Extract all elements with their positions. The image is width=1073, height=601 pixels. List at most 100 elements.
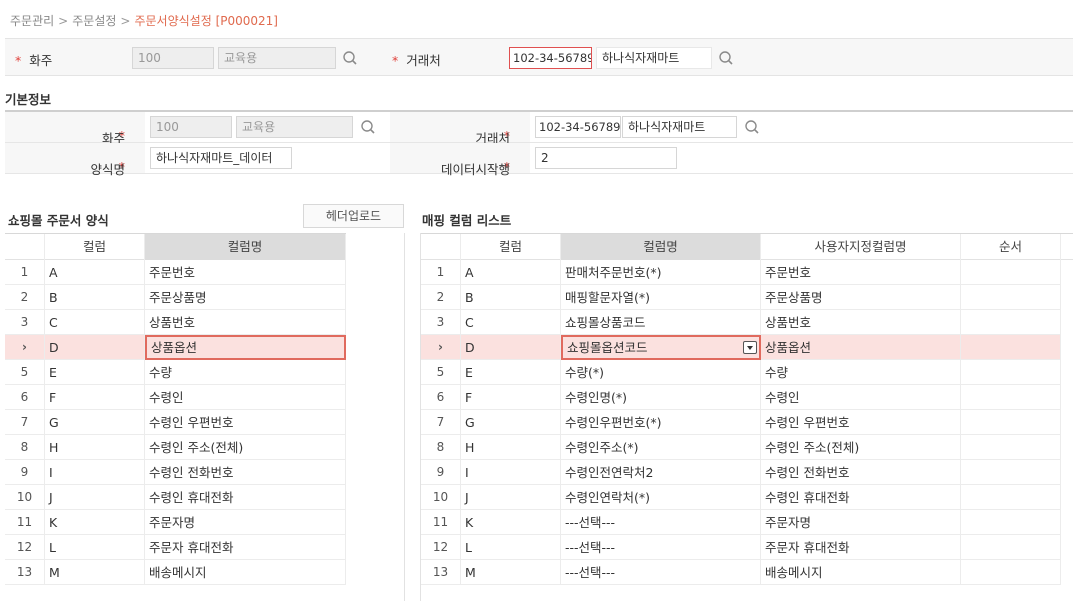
custom-column-name-cell[interactable]: 수령인 주소(전체) [761,435,961,460]
column-letter-cell[interactable]: K [461,510,561,535]
column-letter-cell[interactable]: A [461,260,561,285]
column-name-select[interactable]: ---선택--- [561,535,761,560]
column-name-select[interactable]: 판매처주문번호(*) [561,260,761,285]
column-name-cell[interactable]: 수령인 주소(전체) [145,435,346,460]
right-header-column[interactable]: 컬럼 [461,234,561,260]
column-letter-cell[interactable]: E [461,360,561,385]
table-row[interactable]: 11 K ---선택--- 주문자명 [421,510,1061,535]
column-name-select[interactable]: 수령인우편번호(*) [561,410,761,435]
form-name-input[interactable]: 하나식자재마트_데이터 [150,147,292,169]
search-owner-search-button[interactable] [339,47,361,69]
table-row[interactable]: 8 H 수령인주소(*) 수령인 주소(전체) [421,435,1061,460]
table-row[interactable]: 8 H 수령인 주소(전체) [5,435,346,460]
column-name-select[interactable]: 수령인주소(*) [561,435,761,460]
column-letter-cell[interactable]: D [461,335,561,360]
column-name-cell[interactable]: 수량 [145,360,346,385]
right-header-order[interactable]: 순서 [961,234,1061,260]
order-cell[interactable] [961,560,1061,585]
left-header-column[interactable]: 컬럼 [45,234,145,260]
order-cell[interactable] [961,535,1061,560]
table-row[interactable]: 12 L ---선택--- 주문자 휴대전화 [421,535,1061,560]
column-name-select[interactable]: 매핑할문자열(*) [561,285,761,310]
table-row[interactable]: 9 I 수령인 전화번호 [5,460,346,485]
column-name-select[interactable]: 수령인명(*) [561,385,761,410]
column-name-select[interactable]: ---선택--- [561,560,761,585]
column-letter-cell[interactable]: M [45,560,145,585]
table-row[interactable]: › D 쇼핑몰옵션코드 상품옵션 [421,335,1061,360]
column-name-select[interactable]: 수령인연락처(*) [561,485,761,510]
column-name-select[interactable]: 쇼핑몰상품코드 [561,310,761,335]
table-row[interactable]: 9 I 수령인전연락처2 수령인 전화번호 [421,460,1061,485]
column-letter-cell[interactable]: I [461,460,561,485]
table-row[interactable]: 5 E 수량(*) 수량 [421,360,1061,385]
client-code-input[interactable]: 102-34-56789 [535,116,621,138]
column-letter-cell[interactable]: F [45,385,145,410]
column-letter-cell[interactable]: H [461,435,561,460]
table-row[interactable]: 7 G 수령인우편번호(*) 수령인 우편번호 [421,410,1061,435]
column-name-select[interactable]: 수량(*) [561,360,761,385]
order-cell[interactable] [961,285,1061,310]
table-row[interactable]: 10 J 수령인 휴대전화 [5,485,346,510]
custom-column-name-cell[interactable]: 상품번호 [761,310,961,335]
table-row[interactable]: 12 L 주문자 휴대전화 [5,535,346,560]
order-cell[interactable] [961,510,1061,535]
column-letter-cell[interactable]: C [461,310,561,335]
column-letter-cell[interactable]: E [45,360,145,385]
column-letter-cell[interactable]: F [461,385,561,410]
search-client-code-input[interactable]: 102-34-56789 [509,47,592,69]
table-row[interactable]: 3 C 쇼핑몰상품코드 상품번호 [421,310,1061,335]
custom-column-name-cell[interactable]: 수령인 [761,385,961,410]
breadcrumb-item-order-settings[interactable]: 주문설정 [72,14,116,28]
table-row[interactable]: 1 A 주문번호 [5,260,346,285]
table-row[interactable]: 5 E 수량 [5,360,346,385]
data-start-input[interactable]: 2 [535,147,677,169]
column-name-select[interactable]: 쇼핑몰옵션코드 [561,335,761,360]
custom-column-name-cell[interactable]: 주문자 휴대전화 [761,535,961,560]
table-row[interactable]: 3 C 상품번호 [5,310,346,335]
client-search-button[interactable] [741,116,763,138]
order-cell[interactable] [961,310,1061,335]
header-upload-button[interactable]: 헤더업로드 [303,204,404,228]
column-letter-cell[interactable]: A [45,260,145,285]
column-letter-cell[interactable]: G [461,410,561,435]
order-cell[interactable] [961,385,1061,410]
table-row[interactable]: 6 F 수령인 [5,385,346,410]
column-name-cell[interactable]: 상품옵션 [145,335,346,360]
table-row[interactable]: 2 B 주문상품명 [5,285,346,310]
left-header-column-name[interactable]: 컬럼명 [145,234,346,260]
column-name-cell[interactable]: 상품번호 [145,310,346,335]
owner-search-button[interactable] [357,116,379,138]
order-cell[interactable] [961,260,1061,285]
custom-column-name-cell[interactable]: 수령인 우편번호 [761,410,961,435]
column-letter-cell[interactable]: J [45,485,145,510]
table-row[interactable]: 6 F 수령인명(*) 수령인 [421,385,1061,410]
order-cell[interactable] [961,435,1061,460]
column-name-cell[interactable]: 수령인 [145,385,346,410]
dropdown-arrow-icon[interactable] [743,341,757,354]
column-name-select[interactable]: ---선택--- [561,510,761,535]
order-cell[interactable] [961,485,1061,510]
column-letter-cell[interactable]: C [45,310,145,335]
table-row[interactable]: › D 상품옵션 [5,335,346,360]
column-letter-cell[interactable]: L [45,535,145,560]
table-row[interactable]: 13 M ---선택--- 배송메시지 [421,560,1061,585]
column-letter-cell[interactable]: K [45,510,145,535]
order-cell[interactable] [961,360,1061,385]
column-letter-cell[interactable]: D [45,335,145,360]
column-letter-cell[interactable]: I [45,460,145,485]
custom-column-name-cell[interactable]: 수령인 휴대전화 [761,485,961,510]
breadcrumb-item-order-management[interactable]: 주문관리 [10,14,54,28]
column-name-cell[interactable]: 주문자명 [145,510,346,535]
column-name-cell[interactable]: 수령인 전화번호 [145,460,346,485]
client-name-input[interactable]: 하나식자재마트 [622,116,737,138]
column-letter-cell[interactable]: B [45,285,145,310]
custom-column-name-cell[interactable]: 주문번호 [761,260,961,285]
order-cell[interactable] [961,460,1061,485]
column-name-cell[interactable]: 주문번호 [145,260,346,285]
table-row[interactable]: 10 J 수령인연락처(*) 수령인 휴대전화 [421,485,1061,510]
column-letter-cell[interactable]: H [45,435,145,460]
column-name-cell[interactable]: 주문상품명 [145,285,346,310]
custom-column-name-cell[interactable]: 상품옵션 [761,335,961,360]
column-letter-cell[interactable]: J [461,485,561,510]
column-name-select[interactable]: 수령인전연락처2 [561,460,761,485]
